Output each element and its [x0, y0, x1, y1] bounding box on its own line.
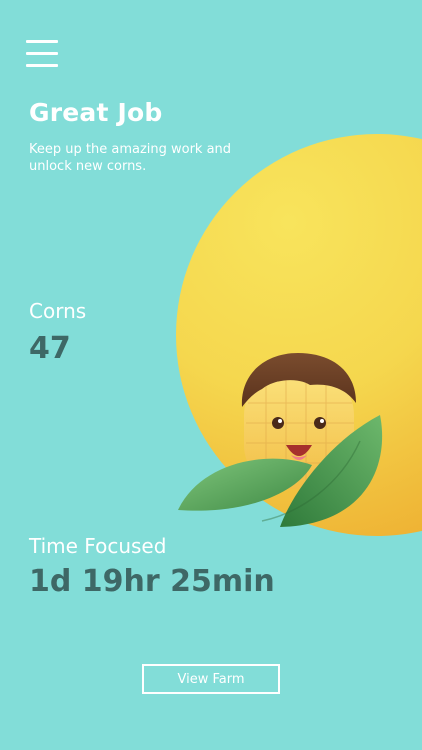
hamburger-menu-icon[interactable]	[26, 40, 60, 68]
menu-bar	[26, 52, 58, 55]
menu-bar	[26, 40, 58, 43]
page-title: Great Job	[29, 98, 163, 127]
time-focused-value: 1d 19hr 25min	[29, 564, 275, 599]
corn-mascot-illustration	[178, 353, 383, 527]
page-subtitle: Keep up the amazing work and unlock new …	[29, 142, 232, 174]
menu-bar	[26, 64, 58, 67]
corns-count: 47	[29, 331, 71, 366]
time-focused-label: Time Focused	[29, 534, 167, 558]
achievement-screen: Great Job Keep up the amazing work and u…	[0, 0, 422, 750]
view-farm-button[interactable]: View Farm	[142, 664, 280, 694]
corns-label: Corns	[29, 299, 87, 323]
